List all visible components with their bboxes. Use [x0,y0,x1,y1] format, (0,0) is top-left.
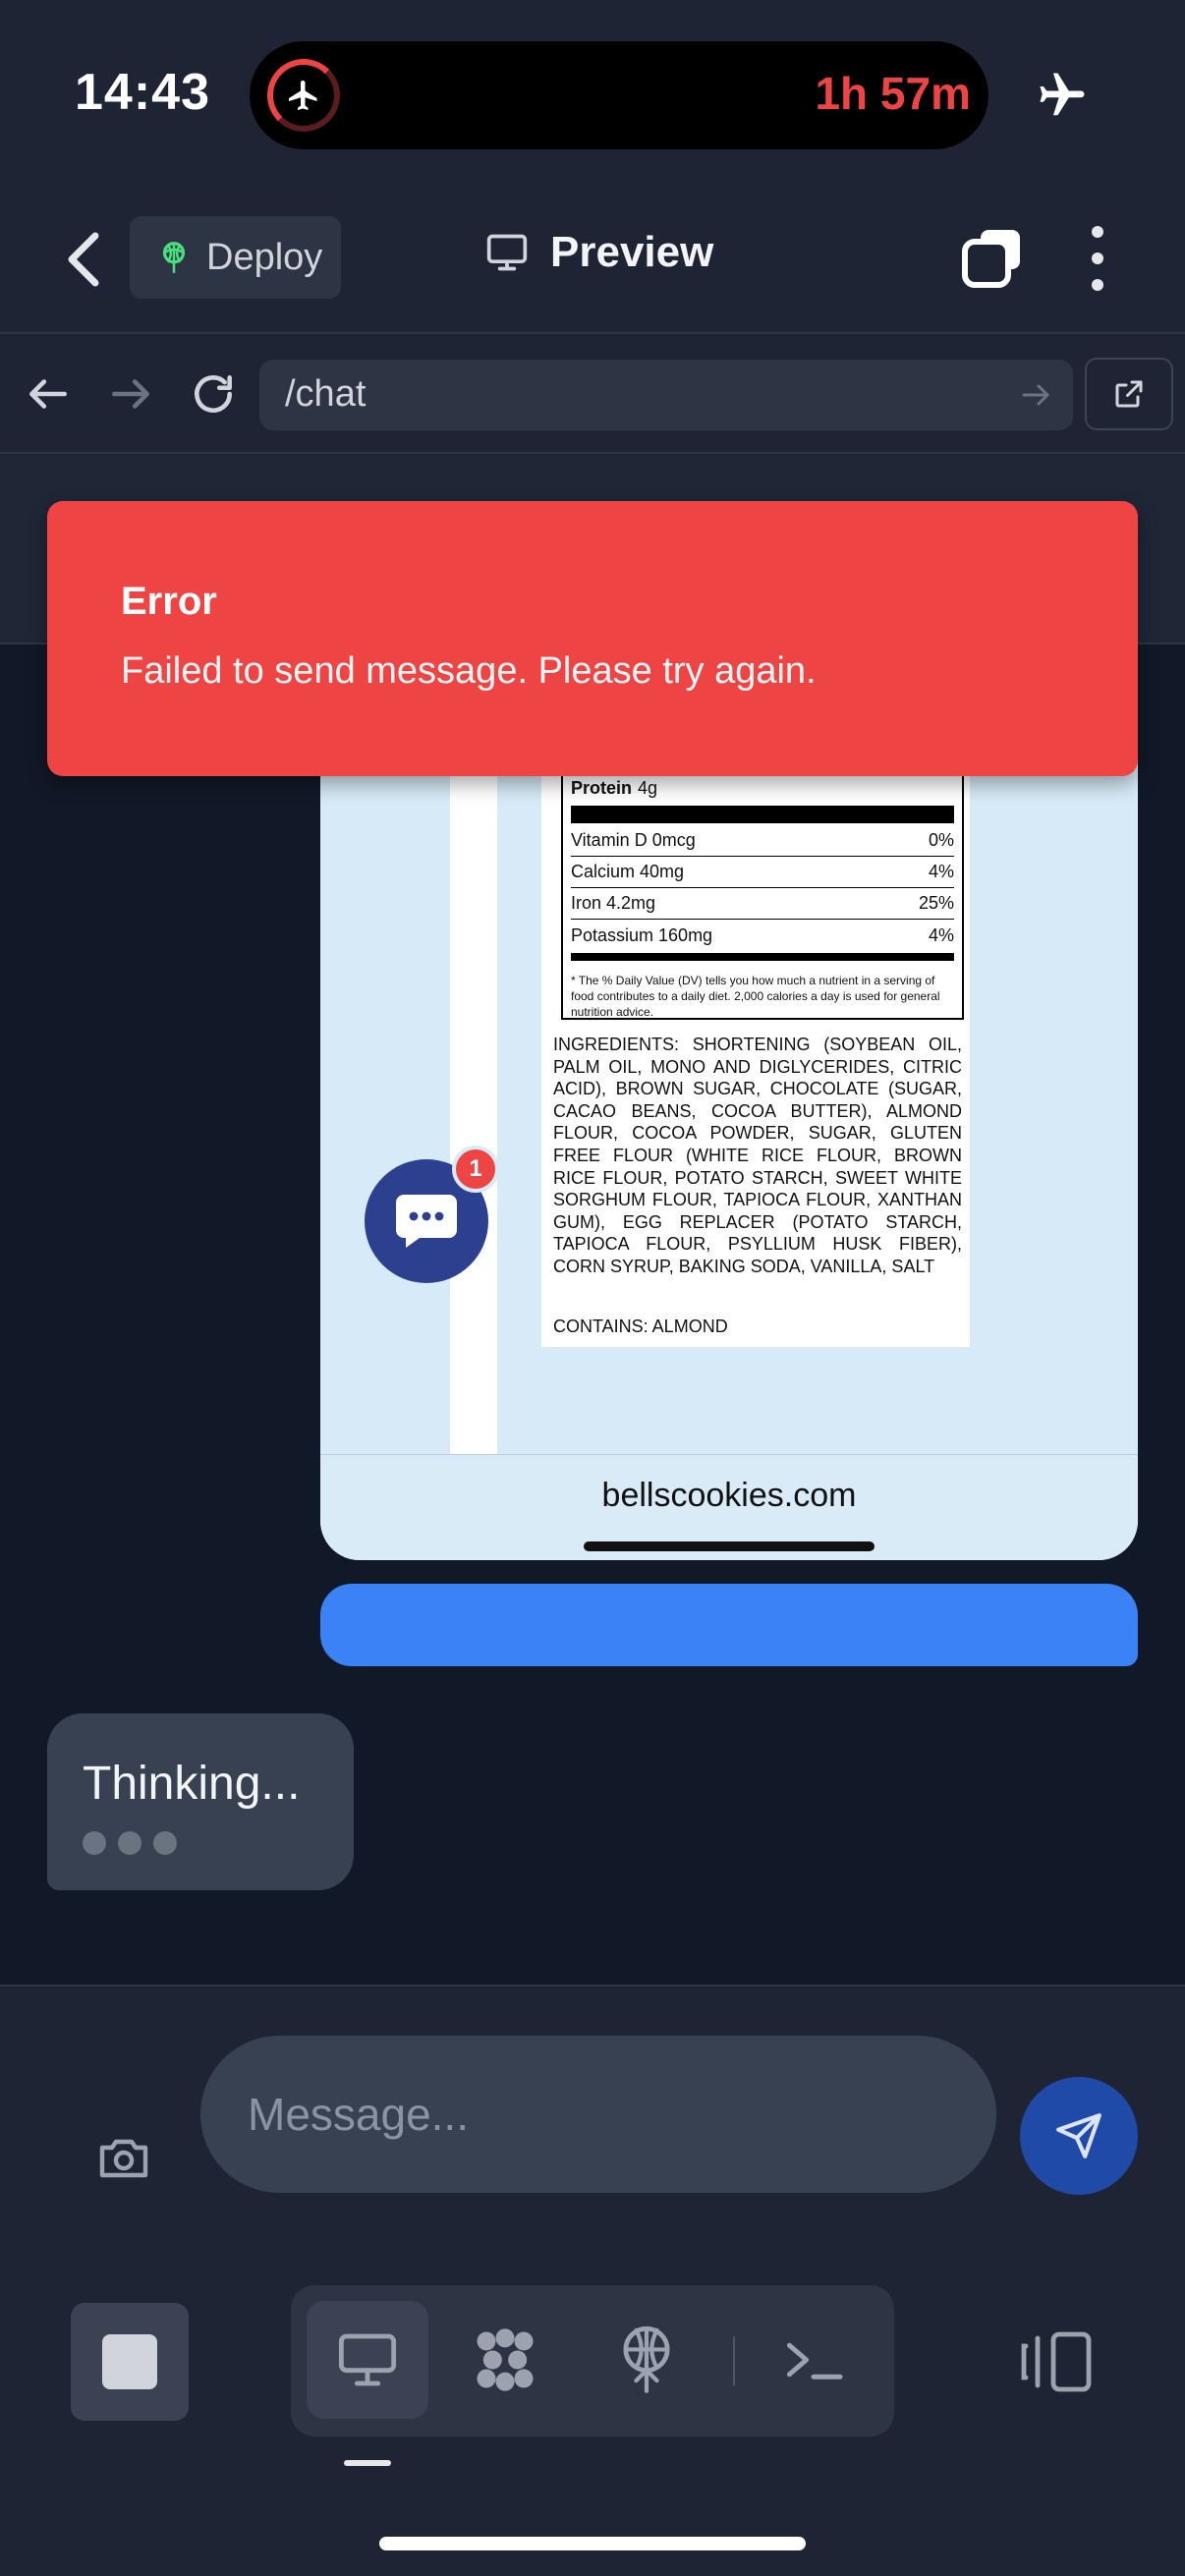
back-chevron-icon[interactable] [59,230,108,289]
nutrient-dv: 4% [928,862,954,881]
reload-icon[interactable] [189,369,238,419]
dynamic-island[interactable]: 1h 57m [250,41,988,149]
deploy-icon [623,2325,670,2393]
flight-timer: 1h 57m [815,68,971,119]
site-footer-bar: bellscookies.com [320,1454,1138,1560]
tab-shell[interactable] [753,2301,875,2419]
monitor-icon [486,234,528,271]
preview-label: Preview [550,228,714,276]
panel-toggle-icon[interactable] [1018,2330,1093,2393]
error-toast[interactable]: Error Failed to send message. Please try… [47,501,1138,776]
status-bar: 14:43 1h 57m [0,0,1185,187]
site-domain: bellscookies.com [601,1477,857,1514]
status-time: 14:43 [75,64,210,121]
app-header: Deploy Preview [0,187,1185,334]
toast-message: Failed to send message. Please try again… [121,650,817,692]
tabs-icon[interactable] [961,226,1024,289]
thinking-bubble: Thinking... [47,1713,354,1890]
send-icon [1056,2113,1101,2158]
screenshot-home-indicator [584,1541,875,1551]
airplane-mode-icon [1040,73,1085,116]
contains-text: CONTAINS: ALMOND [553,1316,728,1336]
view-switcher [291,2285,894,2436]
toolbar-divider [733,2336,735,2385]
protein-value: 4g [638,777,658,798]
user-message-bubble[interactable] [320,1584,1138,1666]
browser-nav-bar: /chat [0,334,1185,454]
url-field[interactable]: /chat [259,360,1073,430]
url-text: /chat [285,373,367,415]
nutrition-facts-box: Protein 4g Vitamin D 0mcg 0% Calcium 40mg… [561,772,964,1020]
nutrition-divider [571,806,954,823]
preview-title: Preview [485,228,713,277]
nutrient-name: Calcium 40mg [571,862,685,881]
nutrient-name: Vitamin D 0mcg [571,830,696,850]
nutrient-dv: 25% [918,893,954,913]
monitor-icon [338,2333,397,2386]
external-link-icon [1115,380,1143,408]
message-input[interactable] [200,2036,996,2193]
message-composer [0,1985,1185,2240]
home-indicator[interactable] [379,2537,806,2550]
url-go-arrow-icon[interactable] [1018,377,1053,413]
deploy-button[interactable]: Deploy [130,216,341,299]
nutrient-dv: 0% [928,830,954,850]
tab-agent[interactable] [444,2301,566,2419]
camera-icon[interactable] [96,2134,151,2181]
nutrition-divider [571,953,954,961]
nutrition-footnote: * The % Daily Value (DV) tells you how m… [571,974,940,1019]
stop-button[interactable] [71,2303,189,2421]
protein-row: Protein 4g [571,772,954,804]
deploy-icon [162,242,186,273]
image-message[interactable]: Protein 4g Vitamin D 0mcg 0% Calcium 40mg… [320,644,1138,1560]
nutrition-row: Vitamin D 0mcg 0% [571,825,954,857]
protein-label: Protein [571,777,633,798]
thinking-label: Thinking... [83,1758,301,1810]
ingredients-text: INGREDIENTS: SHORTENING (SOYBEAN OIL, PA… [553,1035,962,1276]
bottom-toolbar [0,2240,1185,2576]
send-button[interactable] [1020,2077,1138,2195]
airplane-activity-icon [267,59,340,132]
nutrition-row: Potassium 160mg 4% [571,920,954,951]
nutrition-row: Iron 4.2mg 25% [571,888,954,920]
deploy-label: Deploy [206,236,323,278]
active-tab-indicator [344,2460,391,2466]
nutrition-row: Calcium 40mg 4% [571,857,954,888]
stop-icon [102,2334,157,2389]
browser-forward-icon[interactable] [106,369,155,419]
nutrient-name: Potassium 160mg [571,924,713,945]
nutrient-dv: 4% [928,924,954,945]
chat-widget-badge: 1 [452,1146,499,1193]
toast-title: Error [121,580,217,623]
browser-back-icon[interactable] [24,369,73,419]
nutrient-name: Iron 4.2mg [571,893,656,913]
tab-preview[interactable] [307,2301,428,2419]
terminal-icon [786,2342,843,2380]
agent-cluster-icon [477,2328,534,2391]
more-options-icon[interactable] [1081,226,1114,291]
open-external-button[interactable] [1085,358,1173,430]
tab-deploy[interactable] [586,2301,707,2419]
typing-dots [83,1831,177,1855]
